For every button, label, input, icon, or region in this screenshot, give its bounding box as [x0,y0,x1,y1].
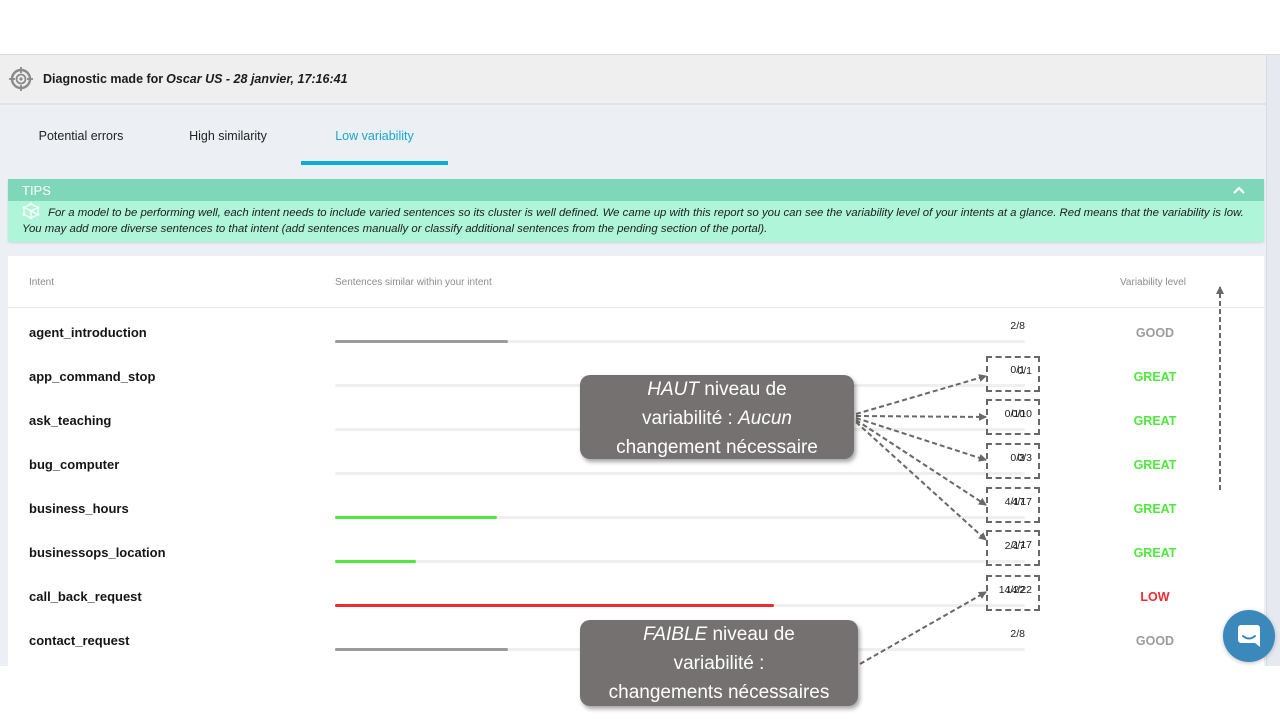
tips-body: For a model to be performing well, each … [8,201,1264,237]
diagnostic-header: Diagnostic made for Oscar US - 28 janvier… [0,55,1280,105]
intent-name[interactable]: business_hours [29,501,129,516]
tab-high-similarity[interactable]: High similarity [170,107,286,165]
tips-title: TIPS [22,182,51,198]
chat-launcher-button[interactable] [1223,610,1275,662]
header-divider [8,307,1264,308]
intent-name[interactable]: agent_introduction [29,325,147,340]
similarity-bar-fill [335,648,508,651]
chat-bubble-icon [1238,625,1260,647]
table-row[interactable]: agent_introduction 2/8 GOOD [8,319,1264,363]
callout-line: FAIBLE niveau de [580,620,858,649]
callout-emph: HAUT [647,379,700,400]
variability-level: GOOD [1135,634,1175,648]
scrollbar[interactable] [1266,55,1280,666]
similarity-bar-fill [335,604,775,607]
callout-line: variabilité : Aucun [580,404,854,433]
highlight-box: 2/17 [986,530,1040,566]
similarity-count: 2/8 [1010,320,1025,332]
intent-name[interactable]: ask_teaching [29,413,111,428]
highlight-box: 4/17 [986,487,1040,523]
highlight-count: 0/10 [1011,408,1032,420]
diagnostic-title: Diagnostic made for Oscar US - 28 janvier… [43,72,348,86]
callout-line: variabilité : [673,653,765,674]
similarity-bar [335,472,1025,475]
highlight-count: 2/17 [1011,539,1032,551]
column-header-level: Variability level [1120,277,1186,288]
variability-level: GREAT [1133,546,1177,560]
callout-line: changements nécessaires [608,682,830,703]
tips-text: For a model to be performing well, each … [22,207,1244,235]
highlight-count: 0/3 [1017,452,1032,464]
column-header-similar: Sentences similar within your intent [335,277,492,288]
table-row[interactable]: businessops_location 2/17 GREAT [8,539,1264,583]
tips-panel: TIPS For a model to be performing well, … [8,179,1264,242]
variability-level: GREAT [1133,414,1177,428]
chevron-up-icon[interactable] [1232,183,1246,197]
intent-name[interactable]: call_back_request [29,589,142,604]
title-subject: Oscar US - 28 janvier, 17:16:41 [166,72,348,86]
table-row[interactable]: business_hours 4/17 GREAT [8,495,1264,539]
tab-low-variability[interactable]: Low variability [301,107,448,165]
target-icon [9,67,33,91]
variability-level: GREAT [1133,502,1177,516]
variability-level: GREAT [1133,370,1177,384]
variability-level: LOW [1140,590,1170,604]
tab-bar: Potential errors High similarity Low var… [0,107,1270,167]
similarity-bar [335,560,1025,563]
similarity-bar-fill [335,340,508,343]
similarity-bar [335,604,1025,607]
title-prefix: Diagnostic made for [43,72,164,86]
intent-name[interactable]: contact_request [29,633,129,648]
callout-high-variability: HAUT niveau de variabilité : Aucun chang… [580,375,854,459]
intent-name[interactable]: bug_computer [29,457,119,472]
callout-emph: FAIBLE [643,624,708,645]
highlight-box: 0/1 [986,356,1040,392]
similarity-bar-fill [335,516,498,519]
highlight-count: 14/22 [1005,584,1032,596]
callout-line: changement nécessaire [616,437,818,458]
callout-emph: Aucun [738,408,792,429]
tab-potential-errors[interactable]: Potential errors [22,107,140,165]
highlight-box: 0/10 [986,399,1040,435]
callout-text: niveau de [707,624,795,645]
variability-level: GREAT [1133,458,1177,472]
callout-text: variabilité : [642,408,739,429]
highlight-count: 0/1 [1017,365,1032,377]
network-cube-icon [22,202,40,220]
similarity-bar [335,340,1025,343]
similarity-bar-fill [335,560,417,563]
callout-line: HAUT niveau de [580,375,854,404]
slide: Diagnostic made for Oscar US - 28 janvier… [0,0,1280,720]
column-header-intent: Intent [29,277,55,288]
similarity-count: 2/8 [1010,628,1025,640]
highlight-box: 0/3 [986,443,1040,479]
variability-level: GOOD [1135,326,1175,340]
tips-header[interactable]: TIPS [8,179,1264,201]
intent-name[interactable]: businessops_location [29,545,166,560]
callout-low-variability: FAIBLE niveau de variabilité : changemen… [580,620,858,706]
similarity-bar [335,516,1025,519]
callout-text: niveau de [699,379,787,400]
intent-name[interactable]: app_command_stop [29,369,155,384]
highlight-box: 14/22 [986,575,1040,611]
app-window: Diagnostic made for Oscar US - 28 janvier… [0,54,1280,666]
highlight-count: 4/17 [1011,496,1032,508]
